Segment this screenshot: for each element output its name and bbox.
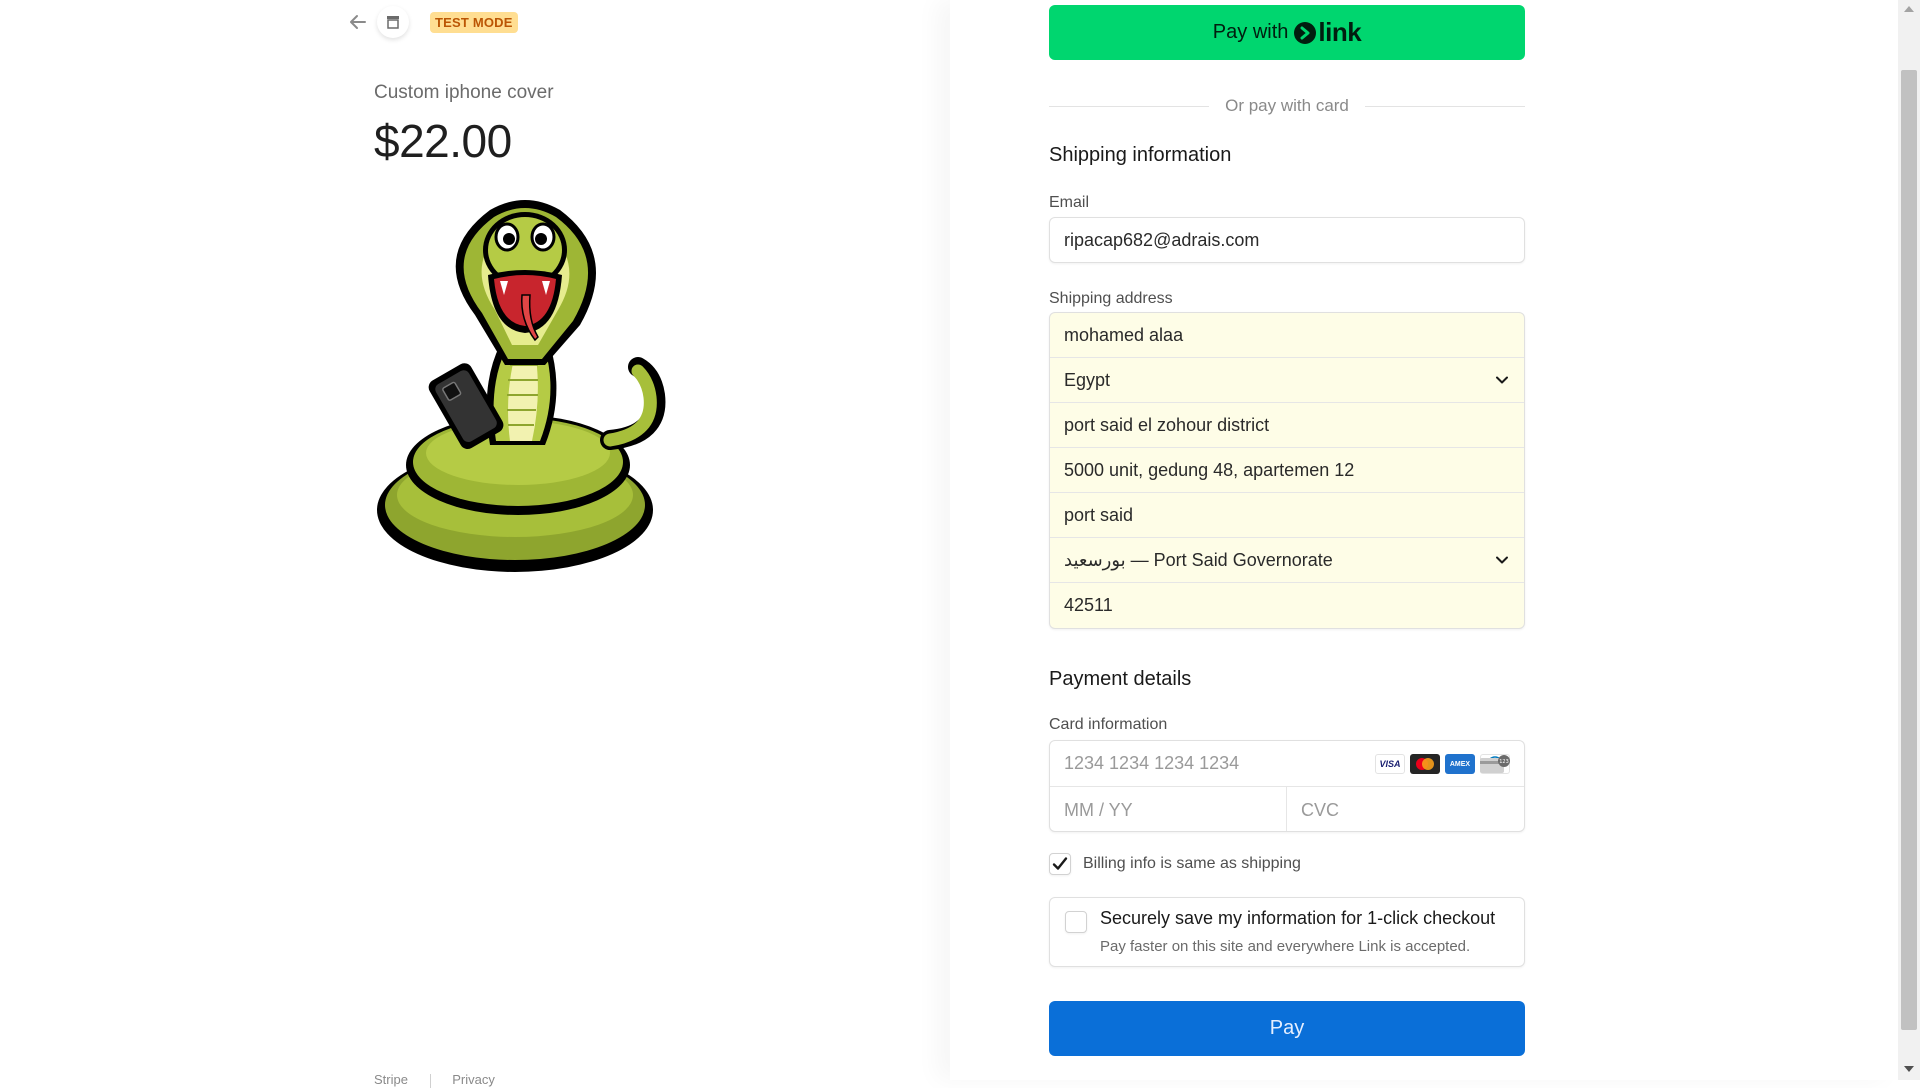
link-arrow-icon: [1294, 21, 1317, 44]
visa-icon: VISA: [1375, 754, 1405, 774]
pay-button-label: Pay: [1269, 1017, 1305, 1039]
save-info-checkbox[interactable]: [1065, 911, 1087, 933]
save-info-option[interactable]: Securely save my information for 1-click…: [1049, 897, 1525, 967]
country-value: Egypt: [1064, 369, 1111, 390]
save-info-title: Securely save my information for 1-click…: [1100, 908, 1496, 928]
divider-line-left: [1049, 105, 1210, 107]
shipping-address-label: Shipping address: [1049, 290, 1173, 307]
pay-with-label: Pay with: [1212, 21, 1289, 43]
address-line2-value: 5000 unit, gedung 48, apartemen 12: [1064, 459, 1355, 480]
scroll-up-arrow-icon[interactable]: [1904, 6, 1914, 12]
billing-same-checkbox[interactable]: [1049, 853, 1071, 875]
full-name-field[interactable]: mohamed alaa: [1050, 313, 1524, 358]
payment-section-title: Payment details: [1049, 668, 1192, 690]
divider-text: Or pay with card: [1225, 96, 1349, 115]
scroll-down-arrow-icon[interactable]: [1904, 1066, 1914, 1072]
mastercard-icon: [1410, 754, 1440, 774]
city-field[interactable]: port said: [1050, 493, 1524, 538]
chevron-down-icon: [1496, 376, 1508, 384]
address-line1-value: port said el zohour district: [1064, 414, 1270, 435]
city-value: port said: [1064, 504, 1134, 525]
link-wordmark: link: [1318, 17, 1362, 47]
email-label: Email: [1049, 194, 1090, 211]
save-info-subtitle: Pay faster on this site and everywhere L…: [1100, 938, 1471, 955]
expiry-placeholder: MM / YY: [1064, 799, 1133, 820]
shipping-section-title: Shipping information: [1049, 144, 1232, 166]
postal-code-field[interactable]: 42511: [1050, 583, 1524, 628]
back-arrow-icon[interactable]: [346, 10, 370, 34]
test-mode-badge: TEST MODE: [430, 12, 518, 33]
card-number-placeholder: 1234 1234 1234 1234: [1064, 753, 1240, 773]
expiry-input[interactable]: MM / YY: [1050, 787, 1287, 831]
state-value: بورسعيد — Port Said Governorate: [1064, 549, 1333, 570]
checkmark-icon: [1052, 857, 1068, 870]
page-scrollbar[interactable]: [1898, 0, 1920, 1080]
state-select[interactable]: بورسعيد — Port Said Governorate: [1050, 538, 1524, 583]
footer-divider: [429, 1073, 431, 1088]
product-summary-panel: TEST MODE Custom iphone cover $22.00 Str…: [0, 0, 950, 1088]
address-line1-field[interactable]: port said el zohour district: [1050, 403, 1524, 448]
pay-with-link-button[interactable]: Pay with link: [1049, 5, 1525, 60]
divider-line-right: [1364, 105, 1526, 107]
chevron-down-icon: [1496, 556, 1508, 564]
cvc-placeholder: CVC: [1301, 799, 1340, 820]
store-icon[interactable]: [377, 6, 409, 38]
address-line2-field[interactable]: 5000 unit, gedung 48, apartemen 12: [1050, 448, 1524, 493]
product-name: Custom iphone cover: [374, 82, 554, 103]
link-logo: link: [1294, 17, 1362, 48]
postal-code-value: 42511: [1064, 595, 1113, 615]
svg-text:123: 123: [1499, 759, 1509, 765]
pay-button[interactable]: Pay: [1049, 1001, 1525, 1056]
full-name-value: mohamed alaa: [1064, 324, 1184, 345]
billing-same-as-shipping[interactable]: Billing info is same as shipping: [1049, 853, 1301, 875]
country-select[interactable]: Egypt: [1050, 358, 1524, 403]
cvc-card-icon: 123: [1480, 755, 1510, 773]
shipping-address-group: mohamed alaa Egypt port said el zohour d…: [1049, 312, 1525, 629]
cvc-input[interactable]: CVC: [1287, 787, 1524, 831]
email-value: ripacap682@adrais.com: [1064, 229, 1260, 250]
card-information-group: 1234 1234 1234 1234 VISA AMEX MM / YY CV…: [1049, 740, 1525, 832]
pay-divider: Or pay with card: [1049, 94, 1526, 118]
product-image: [377, 200, 666, 572]
scrollbar-thumb[interactable]: [1901, 70, 1917, 1030]
email-field[interactable]: ripacap682@adrais.com: [1049, 217, 1525, 263]
product-price: $22.00: [374, 115, 512, 167]
card-info-label: Card information: [1049, 716, 1168, 733]
billing-same-label: Billing info is same as shipping: [1083, 855, 1301, 872]
amex-icon: AMEX: [1445, 754, 1475, 774]
